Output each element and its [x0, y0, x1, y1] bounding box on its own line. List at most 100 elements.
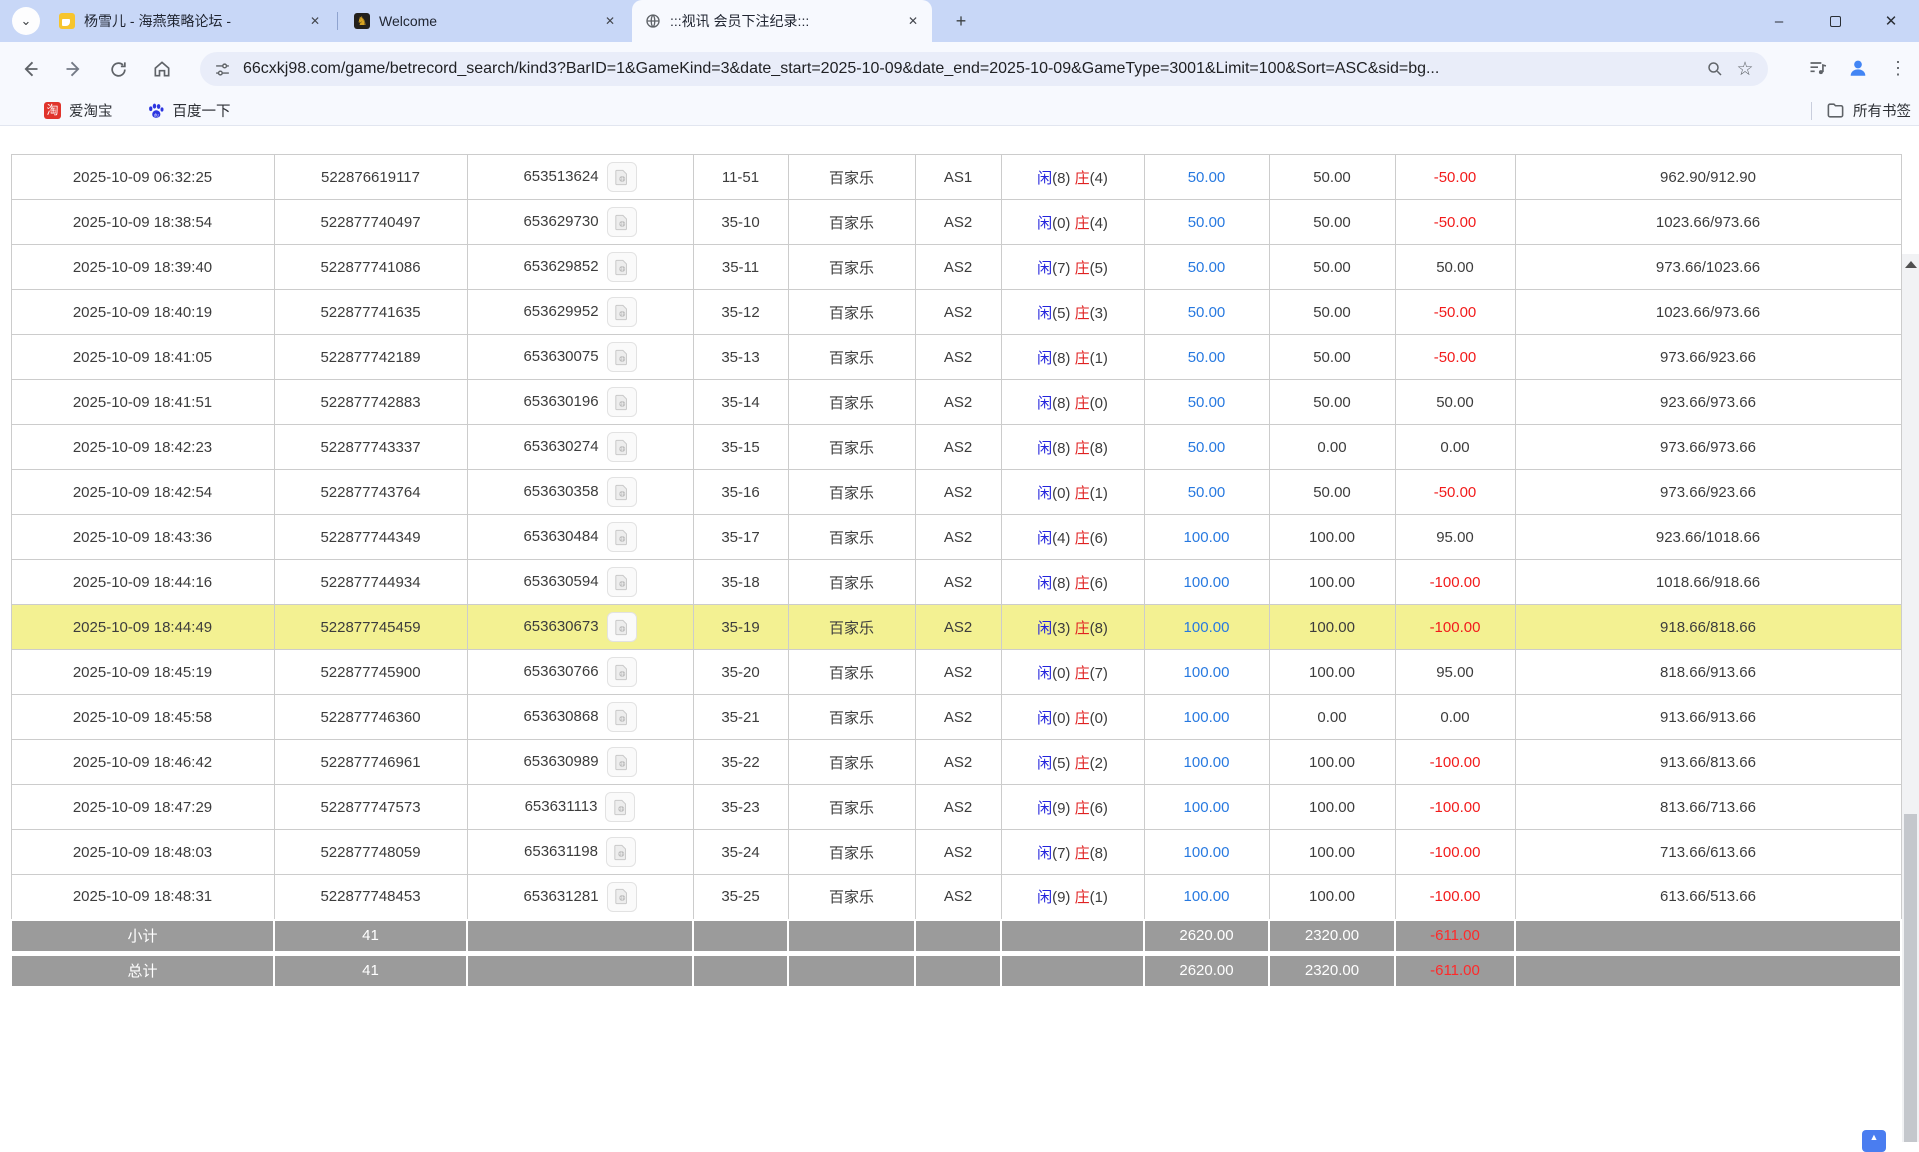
bet-amount-link[interactable]: 50.00 [1188, 214, 1226, 231]
video-replay-icon[interactable] [607, 387, 637, 417]
cell-game-id: 653630196 [467, 380, 693, 425]
scroll-up-arrow-icon[interactable] [1905, 261, 1917, 268]
cell-bet-amount: 50.00 [1144, 200, 1269, 245]
cell-round: 35-10 [693, 200, 788, 245]
page-scrollbar[interactable] [1902, 254, 1919, 1142]
cell-bet-id: 522877742883 [274, 380, 467, 425]
bet-amount-link[interactable]: 100.00 [1184, 709, 1230, 726]
bookmark-aitaobao[interactable]: 淘 爱淘宝 [34, 99, 123, 123]
bet-amount-link[interactable]: 100.00 [1184, 844, 1230, 861]
site-settings-icon[interactable] [214, 61, 231, 78]
video-replay-icon[interactable] [607, 252, 637, 282]
bet-amount-link[interactable]: 50.00 [1188, 259, 1226, 276]
cell-game-name: 百家乐 [788, 875, 915, 920]
window-maximize-button[interactable] [1807, 0, 1863, 42]
video-replay-icon[interactable] [605, 792, 635, 822]
cell-time: 2025-10-09 06:32:25 [11, 155, 274, 200]
reload-icon[interactable] [102, 53, 134, 85]
forward-icon[interactable] [58, 53, 90, 85]
bookmark-star-icon[interactable]: ☆ [1730, 54, 1760, 84]
profile-avatar-icon[interactable] [1843, 53, 1873, 83]
back-to-top-button[interactable]: ▲ [1862, 1130, 1886, 1152]
cell-round: 35-22 [693, 740, 788, 785]
video-replay-icon[interactable] [607, 207, 637, 237]
tab-close-icon[interactable]: ✕ [904, 12, 922, 30]
cell-bet-id: 522877741635 [274, 290, 467, 335]
cell-round: 35-16 [693, 470, 788, 515]
bet-amount-link[interactable]: 50.00 [1188, 394, 1226, 411]
cell-game-id: 653630766 [467, 650, 693, 695]
new-tab-button[interactable]: + [948, 8, 974, 34]
menu-kebab-icon[interactable]: ⋮ [1883, 53, 1913, 83]
table-row: 2025-10-09 18:38:54522877740497653629730… [11, 200, 1901, 245]
window-close-button[interactable]: ✕ [1863, 0, 1919, 42]
cell-bet-amount: 50.00 [1144, 245, 1269, 290]
tab-welcome[interactable]: ♞ Welcome ✕ [341, 0, 629, 42]
bet-amount-link[interactable]: 50.00 [1188, 169, 1226, 186]
cell-win-loss: -50.00 [1395, 155, 1515, 200]
player-label: 闲 [1037, 440, 1052, 457]
bookmark-baidu[interactable]: du 百度一下 [137, 99, 241, 123]
tab-close-icon[interactable]: ✕ [306, 12, 324, 30]
url-text[interactable]: 66cxkj98.com/game/betrecord_search/kind3… [243, 60, 1700, 78]
video-replay-icon[interactable] [607, 612, 637, 642]
bet-amount-link[interactable]: 100.00 [1184, 799, 1230, 816]
all-bookmarks-label[interactable]: 所有书签 [1853, 100, 1911, 121]
table-row: 2025-10-09 18:44:49522877745459653630673… [11, 605, 1901, 650]
tab-bet-records-active[interactable]: :::视讯 会员下注纪录::: ✕ [632, 0, 932, 42]
video-replay-icon[interactable] [607, 477, 637, 507]
video-replay-icon[interactable] [606, 837, 636, 867]
cell-balance: 818.66/913.66 [1515, 650, 1901, 695]
cell-valid-amount: 50.00 [1269, 470, 1395, 515]
video-replay-icon[interactable] [607, 657, 637, 687]
address-bar[interactable]: 66cxkj98.com/game/betrecord_search/kind3… [200, 52, 1768, 86]
table-row: 2025-10-09 18:45:58522877746360653630868… [11, 695, 1901, 740]
cell-table: AS2 [915, 425, 1001, 470]
bet-amount-link[interactable]: 50.00 [1188, 439, 1226, 456]
scrollbar-thumb[interactable] [1904, 814, 1917, 1142]
bookmarks-divider [1811, 102, 1812, 120]
cell-table: AS2 [915, 605, 1001, 650]
bet-amount-link[interactable]: 100.00 [1184, 619, 1230, 636]
cell-valid-amount: 50.00 [1269, 335, 1395, 380]
table-row: 2025-10-09 18:47:29522877747573653631113… [11, 785, 1901, 830]
video-replay-icon[interactable] [607, 162, 637, 192]
bet-amount-link[interactable]: 50.00 [1188, 304, 1226, 321]
bet-amount-link[interactable]: 50.00 [1188, 349, 1226, 366]
banker-label: 庄 [1075, 440, 1090, 457]
cell-table: AS2 [915, 875, 1001, 920]
bet-amount-link[interactable]: 100.00 [1184, 529, 1230, 546]
video-replay-icon[interactable] [607, 522, 637, 552]
video-replay-icon[interactable] [607, 297, 637, 327]
cell-win-loss: 50.00 [1395, 380, 1515, 425]
video-replay-icon[interactable] [607, 747, 637, 777]
tab-close-icon[interactable]: ✕ [601, 12, 619, 30]
media-controls-icon[interactable] [1803, 53, 1833, 83]
video-replay-icon[interactable] [607, 342, 637, 372]
video-replay-icon[interactable] [607, 432, 637, 462]
window-minimize-button[interactable]: – [1751, 0, 1807, 42]
cell-win-loss: -50.00 [1395, 200, 1515, 245]
tab-search-button[interactable]: ⌄ [12, 7, 40, 35]
home-icon[interactable] [146, 53, 178, 85]
bet-amount-link[interactable]: 100.00 [1184, 754, 1230, 771]
cell-table: AS2 [915, 380, 1001, 425]
cell-balance: 613.66/513.66 [1515, 875, 1901, 920]
cell-game-name: 百家乐 [788, 290, 915, 335]
video-replay-icon[interactable] [607, 882, 637, 912]
cell-bet-amount: 50.00 [1144, 335, 1269, 380]
player-label: 闲 [1037, 350, 1052, 367]
bet-amount-link[interactable]: 100.00 [1184, 574, 1230, 591]
tab-forum[interactable]: 杨雪儿 - 海燕策略论坛 - ✕ [46, 0, 334, 42]
cell-round: 35-13 [693, 335, 788, 380]
back-icon[interactable] [14, 53, 46, 85]
cell-table: AS2 [915, 200, 1001, 245]
video-replay-icon[interactable] [607, 567, 637, 597]
cell-bet-amount: 100.00 [1144, 740, 1269, 785]
bet-amount-link[interactable]: 100.00 [1184, 664, 1230, 681]
cell-time: 2025-10-09 18:39:40 [11, 245, 274, 290]
bet-amount-link[interactable]: 100.00 [1184, 888, 1230, 905]
video-replay-icon[interactable] [607, 702, 637, 732]
zoom-page-icon[interactable] [1700, 54, 1730, 84]
bet-amount-link[interactable]: 50.00 [1188, 484, 1226, 501]
